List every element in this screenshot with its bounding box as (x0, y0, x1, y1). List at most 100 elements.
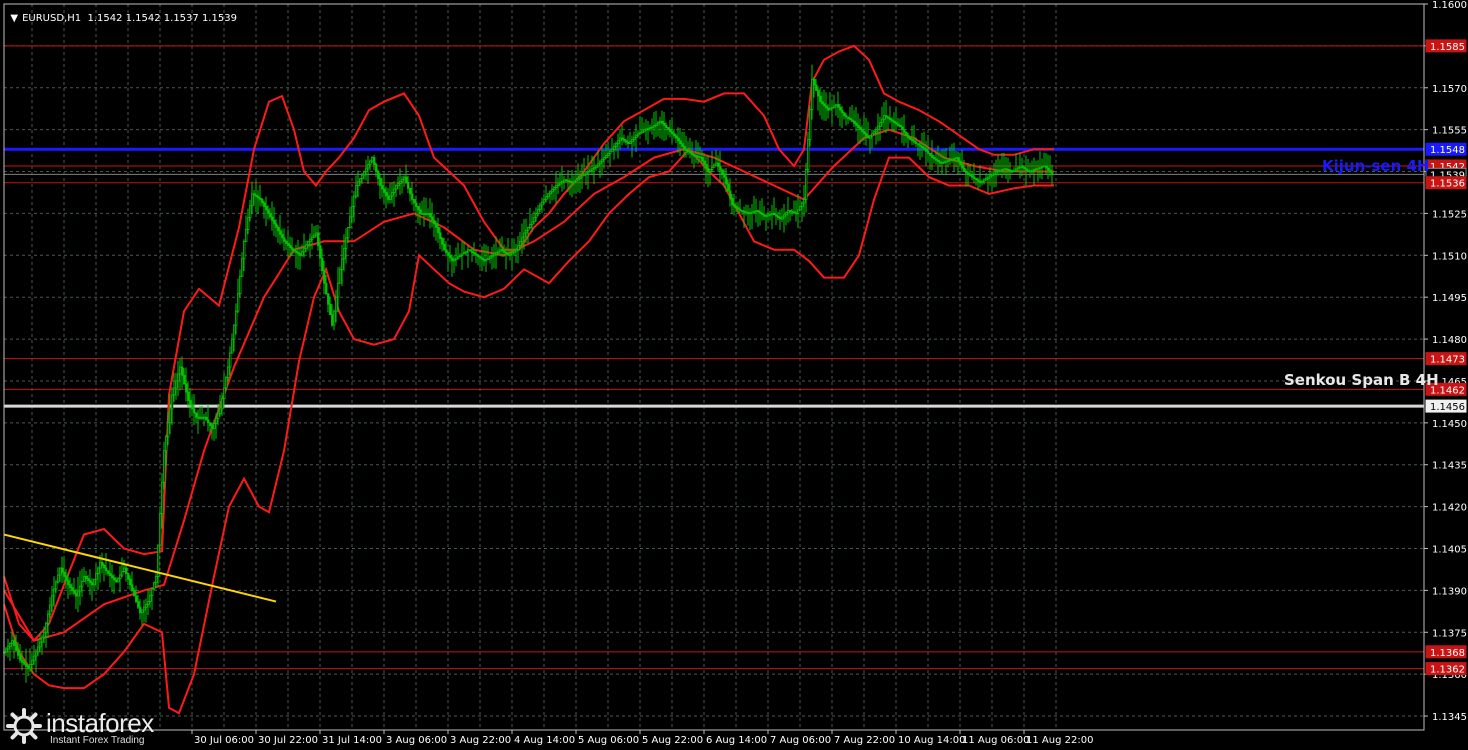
candle-body (697, 155, 700, 158)
candle-body (473, 252, 476, 255)
symbol-label[interactable]: EURUSD,H1 (22, 13, 81, 24)
price-chart[interactable]: 1.16001.15851.15701.15551.15401.15251.15… (0, 0, 1468, 750)
candle-body (351, 206, 354, 218)
candle-body (77, 590, 80, 597)
candle-body (327, 293, 330, 305)
candle-body (411, 193, 414, 200)
candle-body (563, 179, 566, 182)
candle-body (541, 201, 544, 206)
candle-body (517, 245, 520, 251)
candle-body (317, 232, 320, 246)
candle-body (265, 206, 268, 211)
x-tick-label: 4 Aug 14:00 (514, 735, 575, 746)
candle-body (363, 171, 366, 176)
candle-body (693, 154, 696, 157)
candle-body (737, 207, 740, 210)
candle-body (731, 197, 734, 206)
candle-body (415, 202, 418, 207)
candle-body (825, 105, 828, 109)
candle-body (565, 179, 568, 182)
candle-body (787, 210, 790, 214)
candle-body (771, 213, 774, 215)
candle-body (513, 250, 516, 253)
candle-body (779, 217, 782, 220)
candle-body (193, 408, 196, 414)
candle-body (995, 171, 998, 174)
candle-body (1033, 169, 1036, 171)
candle-body (171, 394, 174, 410)
candle-body (429, 213, 432, 218)
candle-body (875, 129, 878, 133)
candle-body (647, 127, 650, 130)
candle-body (677, 137, 680, 142)
candle-body (245, 229, 248, 242)
candle-body (163, 450, 166, 483)
candle-body (977, 179, 980, 182)
candle-body (1015, 168, 1018, 171)
candle-body (859, 127, 862, 131)
candle-body (935, 158, 938, 161)
candle-body (29, 663, 32, 669)
price-label-1.1456: 1.1456 (1430, 402, 1465, 413)
candle-body (665, 125, 668, 128)
candle-body (9, 643, 12, 647)
candle-body (853, 120, 856, 124)
candle-body (409, 187, 412, 195)
candle-body (911, 139, 914, 142)
candle-body (63, 571, 66, 577)
symbol-dropdown-icon[interactable]: ▼ (10, 13, 18, 24)
candle-body (993, 172, 996, 175)
candle-body (775, 214, 778, 217)
candle-body (159, 513, 162, 546)
candle-body (283, 237, 286, 242)
candle-body (385, 192, 388, 197)
y-tick-label: 1.1405 (1432, 545, 1467, 556)
candle-body (35, 651, 38, 657)
candle-body (239, 275, 242, 295)
candle-body (271, 216, 274, 221)
candle-body (281, 233, 284, 239)
candle-body (969, 173, 972, 177)
candle-body (465, 250, 468, 253)
candle-body (267, 209, 270, 214)
candle-body (985, 178, 988, 181)
candle-body (395, 185, 398, 190)
candle-body (883, 115, 886, 120)
candle-body (173, 387, 176, 396)
candle-body (987, 176, 990, 179)
candle-body (141, 609, 144, 614)
candle-body (749, 212, 752, 215)
candle-body (247, 217, 250, 230)
candle-body (523, 232, 526, 238)
candle-body (235, 310, 238, 326)
price-label-1.1368: 1.1368 (1430, 648, 1465, 659)
candle-body (389, 195, 392, 200)
candle-body (491, 254, 494, 258)
candle-body (781, 216, 784, 220)
candle-body (181, 366, 184, 376)
candle-body (449, 254, 452, 259)
candle-body (347, 226, 350, 239)
candle-body (891, 119, 894, 122)
candle-body (1005, 168, 1008, 171)
candle-body (1045, 165, 1048, 169)
candle-body (585, 172, 588, 175)
candle-body (989, 175, 992, 178)
candle-body (133, 589, 136, 597)
candle-body (241, 258, 244, 277)
candle-body (715, 162, 718, 166)
candle-body (757, 210, 760, 213)
candle-body (899, 125, 902, 128)
candle-body (111, 575, 114, 579)
candle-body (101, 562, 104, 566)
candle-body (997, 170, 1000, 173)
candle-body (177, 373, 180, 382)
x-tick-label: 30 Jul 22:00 (258, 735, 318, 746)
candle-body (735, 206, 738, 209)
candle-body (371, 157, 374, 162)
candle-body (155, 576, 158, 584)
candle-body (931, 155, 934, 158)
candle-body (689, 151, 692, 154)
candle-body (299, 253, 302, 256)
candle-body (199, 416, 202, 419)
